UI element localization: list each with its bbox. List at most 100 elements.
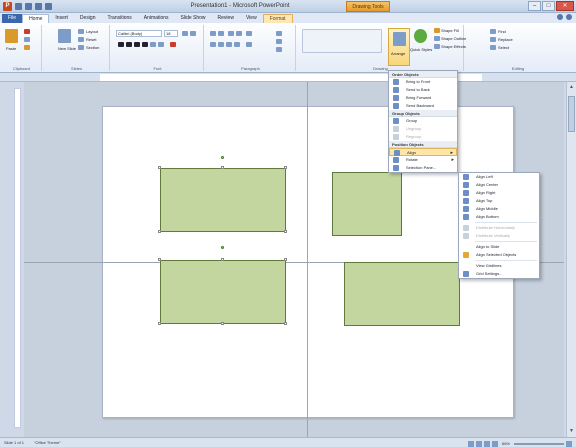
close-button[interactable]: ✕ — [556, 1, 574, 11]
select-label[interactable]: Select — [498, 45, 509, 50]
strikethrough-icon[interactable] — [142, 42, 148, 47]
reset-icon[interactable] — [78, 37, 84, 42]
save-icon[interactable] — [15, 3, 22, 10]
tab-review[interactable]: Review — [212, 14, 240, 23]
align-item[interactable]: Align ▸ — [389, 148, 457, 156]
align-text-icon[interactable] — [276, 39, 282, 44]
italic-icon[interactable] — [126, 42, 132, 47]
minimize-ribbon-icon[interactable] — [557, 14, 563, 20]
selection-pane-item[interactable]: Selection Pane... — [389, 164, 457, 172]
numbering-icon[interactable] — [218, 31, 224, 36]
cut-icon[interactable] — [24, 29, 30, 34]
scrollbar-thumb[interactable] — [568, 96, 575, 132]
font-name-combo[interactable]: Calibri (Body) — [116, 30, 162, 37]
section-icon[interactable] — [78, 45, 84, 50]
scroll-down-arrow-icon[interactable]: ▼ — [568, 428, 575, 435]
powerpoint-app-icon[interactable]: P — [3, 2, 12, 11]
layout-label[interactable]: Layout — [86, 29, 98, 34]
undo-icon[interactable] — [25, 3, 32, 10]
selection-handle[interactable] — [158, 230, 161, 233]
selection-handle[interactable] — [221, 322, 224, 325]
find-label[interactable]: Find — [498, 29, 506, 34]
tab-view[interactable]: View — [240, 14, 263, 23]
selection-handle[interactable] — [284, 166, 287, 169]
character-spacing-icon[interactable] — [150, 42, 156, 47]
selection-handle[interactable] — [284, 258, 287, 261]
shape-outline-icon[interactable] — [434, 36, 440, 41]
arrange-button[interactable]: Arrange — [388, 28, 410, 66]
selection-handle[interactable] — [158, 322, 161, 325]
rectangle-shape-top-right[interactable] — [332, 172, 402, 236]
quick-styles-icon[interactable] — [414, 29, 427, 43]
layout-icon[interactable] — [78, 29, 84, 34]
tab-animations[interactable]: Animations — [138, 14, 175, 23]
shape-fill-icon[interactable] — [434, 28, 440, 33]
align-to-slide-item[interactable]: Align to Slide — [459, 243, 539, 251]
increase-indent-icon[interactable] — [236, 31, 242, 36]
align-text-right-icon[interactable] — [226, 42, 232, 47]
quick-styles-label[interactable]: Quick Styles — [410, 47, 432, 52]
align-top-item[interactable]: Align Top — [459, 197, 539, 205]
text-direction-icon[interactable] — [276, 31, 282, 36]
zoom-slider[interactable] — [514, 442, 564, 445]
new-slide-icon[interactable] — [58, 29, 71, 43]
reading-view-icon[interactable] — [483, 440, 490, 447]
grow-font-icon[interactable] — [182, 31, 188, 36]
rectangle-shape-bottom-right[interactable] — [344, 262, 460, 326]
help-icon[interactable] — [566, 14, 572, 20]
selection-handle[interactable] — [284, 322, 287, 325]
customize-qat-icon[interactable] — [45, 3, 52, 10]
align-bottom-item[interactable]: Align Bottom — [459, 213, 539, 221]
underline-icon[interactable] — [134, 42, 140, 47]
maximize-button[interactable]: □ — [542, 1, 555, 11]
align-center-item[interactable]: Align Center — [459, 181, 539, 189]
decrease-indent-icon[interactable] — [228, 31, 234, 36]
smartart-icon[interactable] — [276, 47, 282, 52]
selection-handle[interactable] — [221, 166, 224, 169]
rectangle-shape-bottom-left[interactable] — [160, 260, 286, 324]
columns-icon[interactable] — [246, 42, 252, 47]
selection-handle[interactable] — [158, 258, 161, 261]
ungroup-item[interactable]: Ungroup — [389, 125, 457, 133]
shapes-gallery[interactable] — [302, 29, 382, 53]
bring-to-front-item[interactable]: Bring to Front — [389, 78, 457, 86]
view-gridlines-item[interactable]: View Gridlines — [459, 262, 539, 270]
align-selected-objects-item[interactable]: Align Selected Objects — [459, 251, 539, 259]
tab-slide-show[interactable]: Slide Show — [175, 14, 212, 23]
bring-forward-item[interactable]: Bring Forward — [389, 94, 457, 102]
shape-fill-label[interactable]: Shape Fill — [441, 28, 459, 33]
change-case-icon[interactable] — [158, 42, 164, 47]
zoom-level-text[interactable]: 66% — [502, 439, 510, 447]
bullets-icon[interactable] — [210, 31, 216, 36]
reset-label[interactable]: Reset — [86, 37, 96, 42]
scroll-up-arrow-icon[interactable]: ▲ — [568, 84, 575, 91]
minimize-button[interactable]: – — [528, 1, 541, 11]
vertical-guide[interactable] — [307, 82, 308, 437]
group-item[interactable]: Group — [389, 117, 457, 125]
selection-handle[interactable] — [158, 166, 161, 169]
paste-icon[interactable] — [5, 29, 18, 43]
tab-home[interactable]: Home — [22, 14, 50, 23]
font-size-combo[interactable]: 18 — [164, 30, 178, 37]
format-painter-icon[interactable] — [24, 45, 30, 50]
shape-effects-icon[interactable] — [434, 44, 440, 49]
paste-label[interactable]: Paste — [6, 46, 16, 51]
font-color-icon[interactable] — [170, 42, 176, 47]
find-icon[interactable] — [490, 29, 496, 34]
redo-icon[interactable] — [35, 3, 42, 10]
rotation-handle-top-left[interactable] — [221, 156, 224, 159]
rotate-item[interactable]: Rotate ▸ — [389, 156, 457, 164]
align-text-left-icon[interactable] — [210, 42, 216, 47]
tab-format[interactable]: Format — [262, 14, 293, 23]
shape-outline-label[interactable]: Shape Outline — [441, 36, 466, 41]
selection-handle[interactable] — [221, 258, 224, 261]
new-slide-label[interactable]: New Slide — [58, 46, 76, 51]
tab-transitions[interactable]: Transitions — [102, 14, 138, 23]
align-right-item[interactable]: Align Right — [459, 189, 539, 197]
fit-to-window-icon[interactable] — [566, 440, 572, 447]
tab-insert[interactable]: Insert — [49, 14, 74, 23]
slide-sorter-icon[interactable] — [475, 440, 482, 447]
normal-view-icon[interactable] — [467, 440, 474, 447]
bold-icon[interactable] — [118, 42, 124, 47]
vertical-scrollbar[interactable]: ▲ ▼ — [566, 82, 576, 437]
